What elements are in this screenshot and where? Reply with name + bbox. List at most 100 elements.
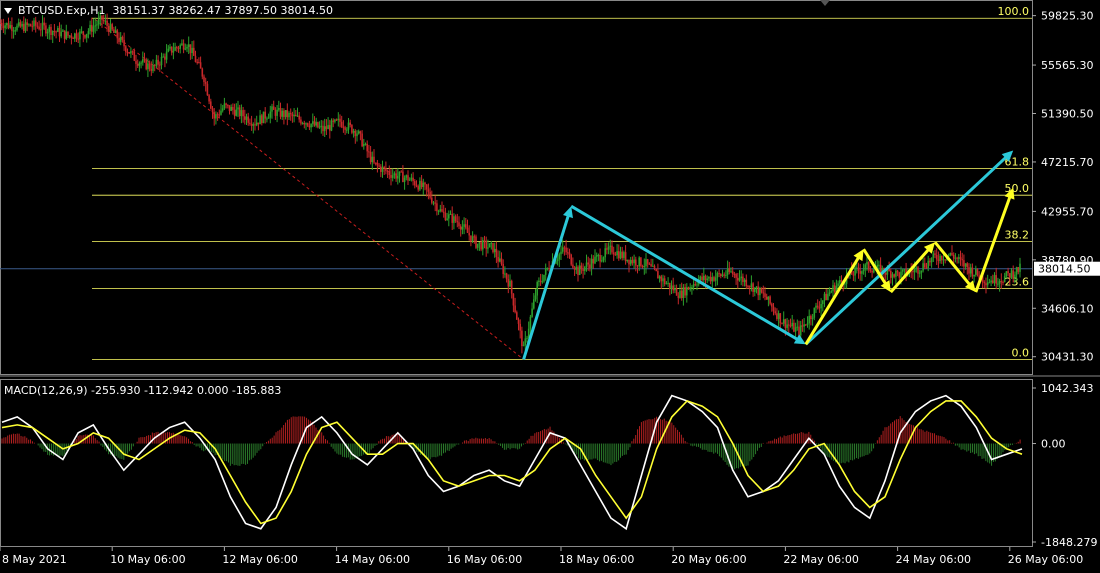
candle-body [510, 280, 513, 294]
candle-body [485, 241, 487, 249]
candle-body [186, 46, 188, 49]
candle-body [672, 285, 674, 291]
candle-body [60, 31, 62, 37]
candle-body [590, 258, 593, 269]
price-axis-label: 59825.30 [1041, 10, 1094, 23]
candle-body [624, 252, 627, 262]
candle-body [483, 240, 486, 242]
candle-body [898, 272, 901, 278]
candle-body [602, 257, 605, 261]
candle-body [913, 268, 916, 273]
candle-body [971, 267, 974, 277]
candle-body [425, 184, 428, 190]
candle-body [869, 269, 872, 271]
candle-body [232, 106, 234, 111]
candle-body [601, 260, 603, 262]
candle-body [963, 260, 965, 267]
price-axis-label: 47215.70 [1041, 156, 1094, 169]
candle-body [1012, 270, 1014, 278]
candle-body [828, 292, 831, 295]
candle-body [833, 285, 836, 293]
candle-body [329, 125, 331, 131]
candle-body [534, 295, 537, 300]
candle-body [594, 256, 596, 264]
candle-body [662, 278, 664, 282]
candle-body [354, 130, 357, 137]
candle-body [776, 313, 778, 319]
candle-body [968, 267, 970, 274]
candle-body [427, 189, 430, 192]
candle-body [352, 130, 355, 133]
candle-body [934, 253, 936, 255]
candle-body [765, 296, 768, 300]
candle-body [206, 83, 209, 96]
candle-body [327, 125, 329, 130]
candle-body [689, 287, 691, 290]
chart-window[interactable]: 59825.30 55565.30 51390.50 47215.70 42955.70… [0, 0, 1100, 569]
candle-body [84, 35, 86, 38]
candle-body [538, 280, 540, 283]
candle-body [964, 263, 967, 267]
candle-body [85, 33, 88, 38]
candle-body [291, 114, 294, 117]
candle-body [873, 269, 875, 273]
candle-body [573, 267, 576, 270]
candle-body [347, 122, 350, 130]
candle-body [215, 114, 217, 119]
candle-body [211, 108, 214, 113]
candle-body [11, 25, 13, 31]
candle-body [621, 251, 623, 258]
symbol-label: BTCUSD.Exp,H1 [18, 4, 106, 17]
candle-body [138, 63, 141, 66]
candle-body [864, 264, 867, 270]
dropdown-triangle-icon[interactable] [4, 8, 12, 14]
candle-body [866, 261, 868, 265]
candle-body [1014, 274, 1016, 278]
candle-body [636, 265, 639, 267]
candle-body [925, 267, 928, 269]
fib-level-label: 100.0 [998, 5, 1030, 18]
candle-body [1017, 267, 1020, 272]
candle-body [939, 255, 941, 262]
candle-body [281, 110, 283, 117]
candle-body [568, 252, 571, 255]
candle-body [692, 284, 695, 288]
candle-body [230, 106, 232, 111]
candle-body [857, 267, 860, 272]
candle-body [891, 274, 894, 278]
candle-body [289, 112, 292, 115]
candle-body [446, 218, 448, 220]
candle-body [123, 39, 125, 47]
candle-body [988, 282, 991, 284]
candle-body [4, 25, 6, 29]
candle-body [442, 211, 445, 213]
candle-body [62, 30, 64, 32]
candle-body [490, 242, 493, 244]
candle-body [70, 35, 73, 39]
candle-body [623, 252, 625, 258]
candle-body [629, 259, 632, 265]
candle-body [949, 252, 952, 256]
candle-body [380, 166, 382, 172]
candle-body [284, 110, 287, 117]
candle-body [930, 257, 933, 263]
candle-body [782, 319, 785, 324]
candle-body [840, 280, 843, 282]
candle-body [51, 31, 54, 35]
candle-body [976, 268, 979, 276]
candle-body [213, 112, 215, 119]
candle-body [577, 266, 579, 276]
candle-body [398, 171, 401, 176]
candle-body [1019, 263, 1021, 272]
candle-body [924, 263, 926, 268]
candle-body [536, 282, 538, 296]
candle-body [742, 276, 744, 283]
candle-body [791, 322, 793, 327]
candle-body [920, 270, 923, 273]
candle-body [102, 20, 105, 22]
candle-body [476, 243, 479, 248]
current-price-label: 38014.50 [1038, 263, 1091, 276]
candle-body [109, 24, 112, 32]
chart-canvas[interactable]: 59825.30 55565.30 51390.50 47215.70 42955.70… [0, 0, 1100, 569]
candle-body [187, 44, 190, 47]
